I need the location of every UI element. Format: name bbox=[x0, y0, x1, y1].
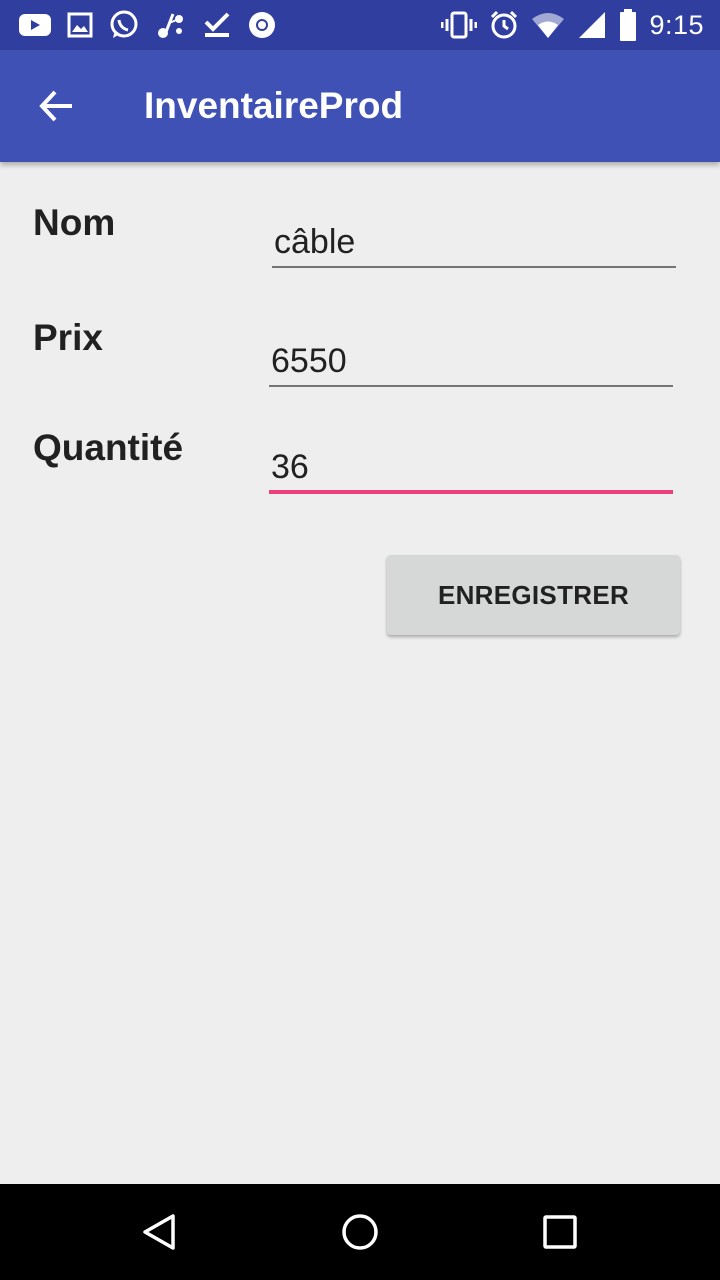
wifi-icon bbox=[531, 11, 565, 39]
signal-icon bbox=[577, 10, 607, 40]
chrome-icon bbox=[247, 10, 277, 40]
system-icons: 9:15 bbox=[429, 0, 704, 50]
nav-recents-button[interactable] bbox=[512, 1184, 608, 1280]
image-icon bbox=[67, 12, 93, 38]
alarm-icon bbox=[489, 10, 519, 40]
nav-back-button[interactable] bbox=[112, 1184, 208, 1280]
name-field[interactable] bbox=[272, 218, 676, 268]
youtube-icon bbox=[18, 12, 52, 38]
notification-icons bbox=[18, 0, 292, 50]
nav-home-button[interactable] bbox=[312, 1184, 408, 1280]
back-button[interactable] bbox=[0, 50, 112, 162]
status-time: 9:15 bbox=[649, 9, 704, 40]
price-label: Prix bbox=[33, 317, 103, 358]
app-bar: InventaireProd bbox=[0, 50, 720, 162]
quantity-field[interactable] bbox=[269, 444, 673, 494]
whatsapp-icon bbox=[108, 9, 140, 41]
page-title: InventaireProd bbox=[144, 85, 404, 126]
save-button[interactable]: ENREGISTRER bbox=[387, 555, 680, 635]
price-field[interactable] bbox=[269, 337, 673, 387]
name-label: Nom bbox=[33, 202, 116, 243]
vibrate-icon bbox=[441, 10, 478, 40]
quantity-label: Quantité bbox=[33, 427, 184, 468]
back-triangle-icon bbox=[140, 1212, 180, 1252]
arrow-back-icon bbox=[38, 88, 74, 124]
status-bar: 9:15 bbox=[0, 0, 720, 50]
home-circle-icon bbox=[340, 1212, 380, 1252]
download-done-icon bbox=[202, 10, 232, 40]
battery-icon bbox=[619, 9, 637, 41]
screen: 9:15 InventaireProd Nom Prix Quantité EN… bbox=[0, 0, 720, 1280]
navigation-bar bbox=[0, 1184, 720, 1280]
music-share-icon bbox=[155, 9, 187, 41]
recents-square-icon bbox=[542, 1214, 578, 1250]
